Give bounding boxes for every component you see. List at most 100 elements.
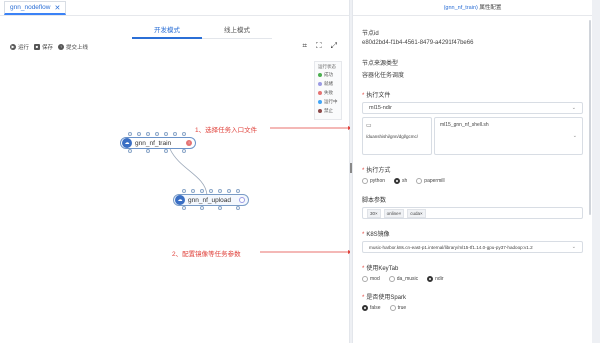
exec-file-label: 执行文件 [366,93,391,99]
node-label: gnn_nf_upload [188,196,232,204]
file-select[interactable]: ml15_gnn_nf_shell.sh ⌄ [434,117,583,155]
param-tag[interactable]: online× [383,208,405,218]
node-port[interactable] [227,189,231,193]
node-port[interactable] [146,132,150,136]
radio-label: ndir [435,276,444,282]
arrow-head-1 [348,126,350,130]
exec-mode-label: 执行方式 [366,168,391,174]
node-port[interactable] [209,189,213,193]
node-port[interactable] [182,206,186,210]
node-port[interactable] [146,149,150,153]
node-port[interactable] [164,132,168,136]
status-ready-icon [239,197,245,203]
chevron-down-icon: ⌄ [572,133,577,139]
radio-label: true [397,305,407,311]
k8s-image-select[interactable]: music-harbor.k8s.cn-east-p1.internal/lib… [362,241,583,253]
node-port[interactable] [182,189,186,193]
spark-radios: false true [362,305,583,311]
file-path-box[interactable]: ▭ /duanshishi/gnn/dgl/gcmc/ [362,117,432,155]
radio-label: da_music [396,276,419,282]
file-picker: ▭ /duanshishi/gnn/dgl/gcmc/ ml15_gnn_nf_… [362,117,583,155]
scrollbar[interactable] [589,20,591,215]
k8s-label-row: * K8S镜像 [362,229,583,238]
exec-file-select[interactable]: ml15-ndir ⌄ [362,102,583,114]
exec-file-select-value: ml15-ndir [369,105,392,111]
radio-true[interactable]: true [389,305,407,311]
param-tag[interactable]: 30× [367,208,381,218]
annotation-step-2: 2、配置镜像等任务参数 [172,251,241,258]
spark-label: 是否使用Spark [366,295,407,301]
required-mark: * [362,93,365,99]
radio-label: sh [402,178,408,184]
panel-node-name: (gnn_nf_train) [443,5,478,11]
radio-label: python [370,178,386,184]
required-mark: * [362,266,365,272]
node-port[interactable] [200,189,204,193]
radio-false[interactable]: false [362,305,381,311]
radio-da-music[interactable]: da_music [388,276,419,282]
node-port[interactable] [128,132,132,136]
chevron-down-icon: ⌄ [571,244,576,250]
radio-python[interactable]: python [362,178,385,184]
required-mark: * [362,232,365,238]
radio-circle-selected [362,305,368,311]
node-port[interactable] [182,132,186,136]
chevron-down-icon: ⌄ [571,105,576,111]
spark-label-row: * 是否使用Spark [362,292,583,301]
node-port[interactable] [164,149,168,153]
node-port[interactable] [218,206,222,210]
exec-mode-label-row: * 执行方式 [362,165,583,174]
panel-body: 节点id e80d2bd4-f1b4-4561-8479-a4291f47be6… [353,28,592,311]
source-type-label: 节点来源类型 [362,61,399,67]
panel-header-suffix: 属性配置 [479,5,502,11]
arrow-head-2 [348,250,350,254]
radio-papermill[interactable]: papermill [416,178,445,184]
node-port[interactable] [155,132,159,136]
file-name: ml15_gnn_nf_shell.sh [440,122,489,128]
node-port[interactable] [173,132,177,136]
annotation-step-1: 1、选择任务入口文件 [195,127,258,134]
script-params-input[interactable]: 30× online× cuda× [362,207,583,219]
keytab-label: 使用KeyTab [366,266,399,272]
radio-ndir[interactable]: ndir [427,276,443,282]
node-port[interactable] [137,132,141,136]
node-id-value: e80d2bd4-f1b4-4561-8479-a4291f47be66 [362,40,474,46]
k8s-image-value: music-harbor.k8s.cn-east-p1.internal/lib… [369,244,533,250]
file-path: /duanshishi/gnn/dgl/gcmc/ [366,134,419,139]
node-port[interactable] [200,206,204,210]
node-port[interactable] [236,189,240,193]
node-type-icon: ☁ [175,195,185,205]
required-mark: * [362,295,365,301]
node-type-icon: ☁ [122,138,132,148]
node-port[interactable] [128,149,132,153]
keytab-label-row: * 使用KeyTab [362,263,583,272]
k8s-label: K8S镜像 [366,232,390,238]
properties-panel: (gnn_nf_train) 属性配置 节点id e80d2bd4-f1b4-4… [352,0,592,343]
node-gnn-nf-upload[interactable]: ☁ gnn_nf_upload [173,194,249,206]
radio-mod[interactable]: mod [362,276,380,282]
workflow-editor: gnn_nodeflow ✕ 开发模式 线上模式 ▶ 运行 ■ 保存 ↑ 提交上… [0,0,350,343]
script-params-label: 脚本参数 [362,198,387,204]
radio-circle [388,276,395,282]
folder-icon: ▭ [366,123,372,129]
node-label: gnn_nf_train [135,139,172,147]
exec-mode-radios: python sh papermill [362,178,583,184]
radio-circle [362,178,368,184]
node-port[interactable] [218,189,222,193]
radio-label: mod [370,276,380,282]
radio-sh[interactable]: sh [394,178,407,184]
required-mark: * [362,168,365,174]
radio-circle [416,178,423,184]
node-port[interactable] [182,149,186,153]
radio-circle [362,276,368,282]
node-port[interactable] [191,189,195,193]
canvas-overlay [169,126,350,254]
radio-circle [389,305,396,311]
param-tag[interactable]: cuda× [407,208,426,218]
radio-circle-selected [394,178,401,184]
keytab-radios: mod da_music ndir [362,276,583,282]
node-port[interactable] [236,206,240,210]
source-type-value: 容器化任务调度 [362,73,405,79]
exec-file-label-row: * 执行文件 [362,90,583,99]
node-gnn-nf-train[interactable]: ☁ gnn_nf_train ! [120,137,196,149]
